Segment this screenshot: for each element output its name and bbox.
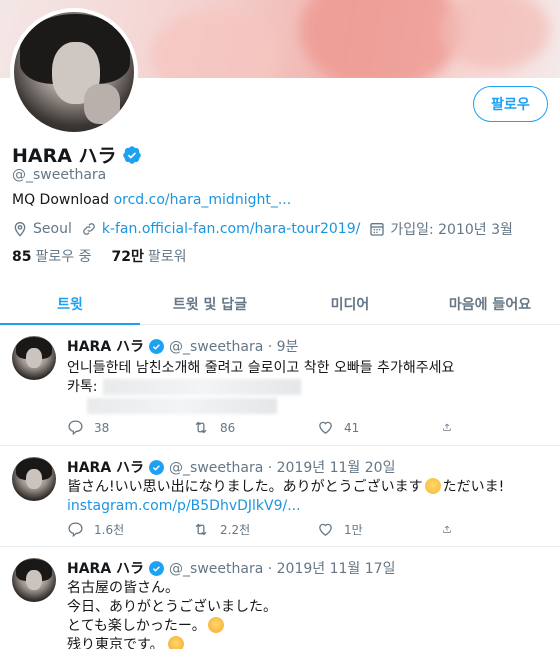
tweet-handle-time[interactable]: @_sweethara · 9분 [169, 336, 298, 356]
bio-link[interactable]: orcd.co/hara_midnight_... [114, 192, 292, 208]
profile-display-name: HARA ハラ [12, 145, 117, 167]
tweet-actions: 38 86 41 [67, 419, 487, 436]
followers-label: 팔로워 [147, 249, 187, 265]
crying-emoji-icon [167, 636, 184, 649]
tweet-text: 名古屋の皆さん。 今日、ありがとうございました。 とても楽しかったー。 残り東京… [67, 579, 277, 649]
profile-joined: 가입일: 2010년 3월 [369, 219, 513, 239]
tweet-line: 皆さん!いい思い出になりました。ありがとうございます ただいま! [67, 478, 504, 497]
joined-text: 가입일: 2010년 3월 [390, 222, 513, 238]
tweet-author-name[interactable]: HARA ハラ [67, 558, 144, 578]
tab-likes[interactable]: 마음에 들어요 [420, 283, 560, 324]
banner-shape [300, 0, 460, 78]
tweet-link[interactable]: instagram.com/p/B5DhvDJlkV9/... [67, 497, 504, 516]
profile-tabs: 트윗 트윗 및 답글 미디어 마음에 들어요 [0, 283, 560, 325]
verified-badge-icon [149, 338, 164, 354]
tweet-avatar[interactable] [12, 457, 56, 501]
like-count: 41 [344, 420, 360, 435]
tweet-header: HARA ハラ @_sweethara · 2019년 11월 20일 [67, 457, 395, 477]
tweet-line: 名古屋の皆さん。 [67, 580, 179, 596]
tweet[interactable]: HARA ハラ @_sweethara · 2019년 11월 20일 皆さん!… [0, 447, 560, 547]
retweet-count: 86 [220, 420, 236, 435]
like-icon [319, 421, 332, 434]
profile-handle: @_sweethara [12, 167, 107, 183]
tweet-line-with-redaction: 카톡: [67, 378, 454, 397]
tweet-line: 카톡: [67, 379, 98, 395]
avatar-hand [84, 84, 120, 124]
like-icon [319, 523, 332, 536]
tweet-author-name[interactable]: HARA ハラ [67, 457, 144, 477]
follow-button[interactable]: 팔로우 [473, 86, 548, 122]
reply-icon [68, 522, 83, 538]
smile-emoji-icon [424, 478, 441, 494]
profile-bio: MQ Download orcd.co/hara_midnight_... [12, 192, 291, 208]
tweet-line: 残り東京です。 [67, 637, 164, 649]
like-button[interactable]: 41 [317, 419, 442, 436]
reply-count: 1.6천 [94, 523, 125, 537]
verified-badge-icon [122, 145, 141, 164]
profile-avatar[interactable] [10, 8, 138, 136]
location-text: Seoul [33, 221, 72, 237]
following-stat[interactable]: 85 팔로우 중 [12, 246, 91, 266]
location-icon [14, 222, 26, 237]
verified-badge-icon [149, 459, 164, 475]
retweet-icon [195, 421, 207, 434]
like-count: 1만 [344, 523, 363, 537]
tweet-actions: 1.6천 2.2천 1만 [67, 521, 487, 538]
tab-tweets-and-replies[interactable]: 트윗 및 답글 [140, 283, 280, 324]
share-icon [443, 423, 451, 431]
tweet-line: 今日、ありがとうございました。 [67, 599, 277, 615]
tweet[interactable]: HARA ハラ @_sweethara · 2019년 11월 17일 名古屋の… [0, 548, 560, 649]
tweet-handle-time[interactable]: @_sweethara · 2019년 11월 20일 [169, 457, 395, 477]
share-button[interactable] [442, 419, 462, 436]
tweet-header: HARA ハラ @_sweethara · 9분 [67, 336, 298, 356]
reply-icon [68, 420, 83, 436]
tweet-author-name[interactable]: HARA ハラ [67, 336, 144, 356]
reply-button[interactable]: 1.6천 [67, 521, 192, 538]
profile-location: Seoul [12, 221, 72, 237]
followers-stat[interactable]: 72만 팔로워 [111, 246, 186, 266]
share-icon [443, 525, 451, 533]
tweet-header: HARA ハラ @_sweethara · 2019년 11월 17일 [67, 558, 395, 578]
website-link[interactable]: k-fan.official-fan.com/hara-tour2019/ [102, 221, 361, 237]
tweet-avatar[interactable] [12, 558, 56, 602]
following-count: 85 [12, 249, 32, 265]
redacted-block [103, 379, 302, 395]
tweet-line: 언니들한테 남친소개해 줄려고 슬로이고 착한 오빠들 추가해주세요 [67, 360, 455, 376]
calendar-icon [370, 223, 385, 236]
retweet-icon [195, 523, 207, 536]
tweet-line-redacted [67, 397, 454, 416]
tweet-avatar[interactable] [12, 336, 56, 380]
verified-badge-icon [149, 560, 164, 576]
retweet-count: 2.2천 [220, 523, 251, 537]
retweet-button[interactable]: 86 [192, 419, 317, 436]
profile-meta: Seoul k-fan.official-fan.com/hara-tour20… [12, 219, 522, 239]
tab-tweets[interactable]: 트윗 [0, 283, 140, 325]
heart-face-emoji-icon [207, 617, 224, 633]
retweet-button[interactable]: 2.2천 [192, 521, 317, 538]
profile-stats: 85 팔로우 중 72만 팔로워 [12, 246, 206, 266]
tweet-text: 언니들한테 남친소개해 줄려고 슬로이고 착한 오빠들 추가해주세요 카톡: [67, 359, 454, 416]
tweet-text: 皆さん!いい思い出になりました。ありがとうございます ただいま! instagra… [67, 478, 504, 516]
tab-media[interactable]: 미디어 [280, 283, 420, 324]
like-button[interactable]: 1만 [317, 521, 442, 538]
bio-text: MQ Download [12, 192, 114, 208]
profile-website: k-fan.official-fan.com/hara-tour2019/ [81, 221, 361, 237]
share-button[interactable] [442, 521, 462, 538]
tweet-line: とても楽しかったー。 [67, 618, 206, 634]
tweet[interactable]: HARA ハラ @_sweethara · 9분 언니들한테 남친소개해 줄려고… [0, 326, 560, 446]
banner-shape [150, 10, 280, 78]
tweet-handle-time[interactable]: @_sweethara · 2019년 11월 17일 [169, 558, 395, 578]
tweet-line-with-emoji: 残り東京です。 [67, 636, 277, 649]
profile-name-row: HARA ハラ [12, 141, 142, 168]
tweet-line-part: 皆さん!いい思い出になりました。ありがとうございます [67, 479, 423, 495]
link-icon [82, 223, 95, 235]
banner-shape [440, 0, 550, 70]
followers-count: 72만 [111, 249, 144, 265]
following-label: 팔로우 중 [35, 249, 92, 265]
reply-button[interactable]: 38 [67, 419, 192, 436]
tweet-line-part: ただいま! [442, 479, 505, 495]
redacted-block [87, 398, 277, 414]
tweet-line-with-emoji: とても楽しかったー。 [67, 617, 277, 636]
reply-count: 38 [94, 420, 110, 435]
